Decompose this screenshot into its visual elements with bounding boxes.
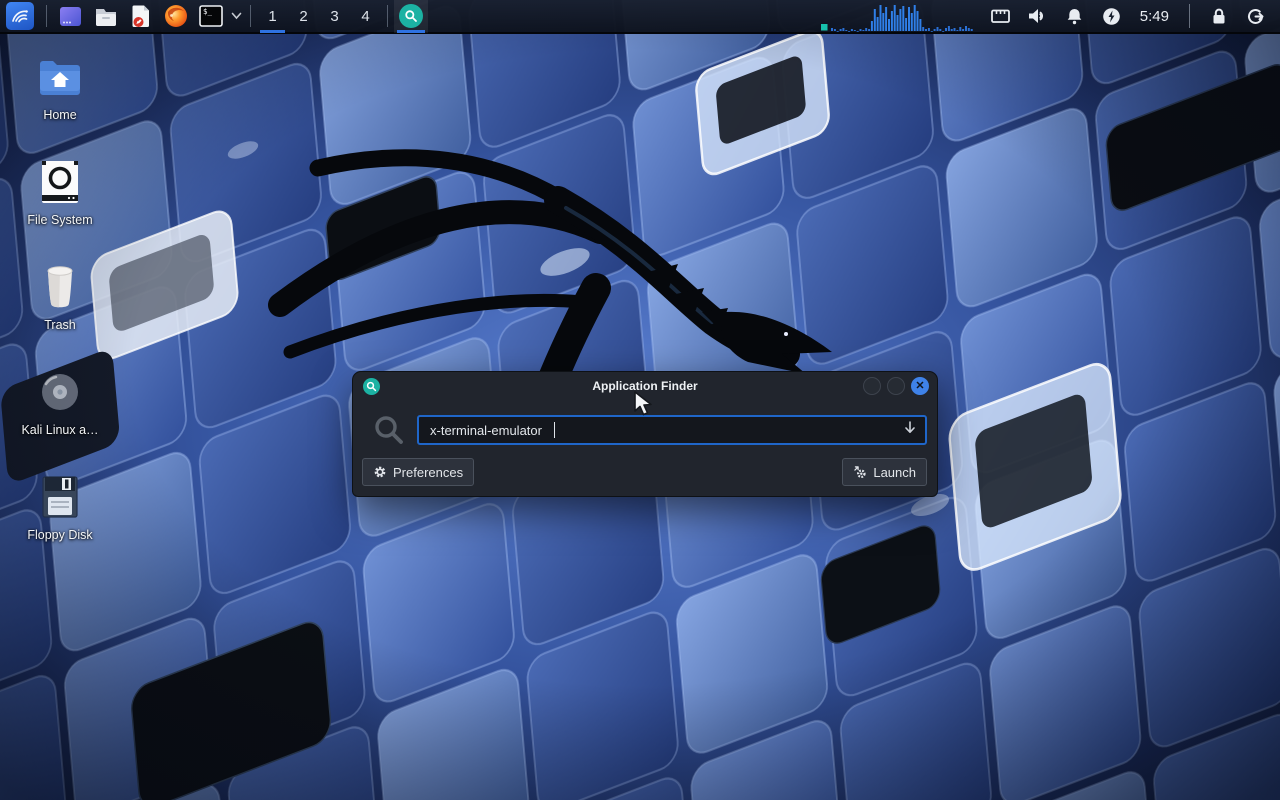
trash-icon	[34, 261, 86, 313]
desktop-icon-label: Home	[43, 108, 76, 122]
terminal-prompt-glyph: $_	[203, 7, 213, 16]
launcher-file-manager[interactable]	[88, 0, 123, 33]
launch-button-label: Launch	[873, 465, 916, 480]
desktop-icon-trash[interactable]: Trash	[4, 261, 116, 332]
search-icon-large	[369, 414, 409, 446]
workspace-label: 3	[330, 8, 338, 25]
dropdown-arrow-icon[interactable]	[903, 420, 917, 440]
launch-button[interactable]: Launch	[842, 458, 927, 486]
workspace-label: 4	[361, 8, 369, 25]
lock-screen-button[interactable]	[1200, 0, 1237, 33]
taskbar-application-finder-button[interactable]	[394, 0, 428, 33]
maximize-button[interactable]	[887, 377, 905, 395]
power-manager-icon	[1102, 7, 1121, 26]
cpu-history-graph[interactable]	[821, 0, 976, 33]
top-panel: $_ 1 2 3 4	[0, 0, 1280, 34]
kali-menu-icon	[9, 5, 31, 27]
volume-tray-button[interactable]	[1019, 0, 1056, 33]
lock-icon	[1210, 7, 1228, 26]
minimize-button[interactable]	[863, 377, 881, 395]
workspace-label: 2	[299, 8, 307, 25]
search-input-value: x-terminal-emulator	[430, 423, 542, 438]
desktop-icon-label: Floppy Disk	[27, 528, 92, 542]
launcher-firefox[interactable]	[158, 0, 193, 33]
logout-icon	[1246, 7, 1265, 26]
search-input[interactable]: x-terminal-emulator	[417, 415, 927, 445]
launcher-terminal[interactable]: $_	[193, 0, 228, 33]
text-editor-document-icon	[128, 3, 154, 29]
text-caret	[554, 422, 555, 438]
mouse-cursor	[633, 391, 655, 422]
chevron-down-icon	[231, 12, 242, 20]
desktop-icon-label: Trash	[44, 318, 76, 332]
network-tray-button[interactable]	[982, 0, 1019, 33]
home-folder-icon	[34, 51, 86, 103]
desktop-icon-label: Kali Linux a…	[21, 423, 98, 437]
floppy-disk-icon	[34, 471, 86, 523]
ethernet-icon	[990, 7, 1011, 25]
desktop-icon-kali-cd[interactable]: Kali Linux a…	[4, 366, 116, 437]
firefox-icon	[163, 3, 189, 29]
desktop-icon-label: File System	[27, 213, 92, 227]
panel-separator	[1189, 4, 1190, 28]
application-finder-window: Application Finder ✕ x-terminal-emulator	[352, 371, 938, 497]
desktop-icon-home[interactable]: Home	[4, 51, 116, 122]
terminal-icon: $_	[198, 3, 224, 29]
power-manager-tray-button[interactable]	[1093, 0, 1130, 33]
panel-separator	[46, 5, 47, 27]
clock[interactable]: 5:49	[1130, 0, 1179, 33]
workspace-button-1[interactable]: 1	[257, 0, 288, 33]
launcher-show-desktop[interactable]	[53, 0, 88, 33]
desktop-window-icon	[58, 4, 83, 29]
close-button[interactable]: ✕	[911, 377, 929, 395]
desktop-screen: $_ 1 2 3 4	[0, 0, 1280, 800]
bell-icon	[1065, 7, 1084, 26]
search-icon	[399, 4, 423, 28]
gear-icon	[373, 465, 387, 479]
launcher-text-editor[interactable]	[123, 0, 158, 33]
workspace-button-3[interactable]: 3	[319, 0, 350, 33]
logout-button[interactable]	[1237, 0, 1274, 33]
notifications-tray-button[interactable]	[1056, 0, 1093, 33]
preferences-button-label: Preferences	[393, 465, 463, 480]
cd-disc-icon	[34, 366, 86, 418]
panel-separator	[387, 5, 388, 27]
panel-separator	[250, 5, 251, 27]
preferences-button[interactable]: Preferences	[362, 458, 474, 486]
search-icon	[363, 378, 380, 395]
workspace-button-4[interactable]: 4	[350, 0, 381, 33]
launch-icon	[853, 465, 867, 479]
desktop-icon-floppy-disk[interactable]: Floppy Disk	[4, 471, 116, 542]
terminal-dropdown-chevron[interactable]	[228, 0, 244, 33]
cpu-graph-bars	[821, 3, 976, 33]
desktop-icon-column: Home File System	[4, 51, 116, 576]
filesystem-drive-icon	[34, 156, 86, 208]
clock-time: 5:49	[1140, 8, 1169, 25]
file-manager-folder-icon	[93, 3, 119, 29]
workspace-button-2[interactable]: 2	[288, 0, 319, 33]
kali-applications-menu-button[interactable]	[6, 2, 34, 30]
desktop-icon-file-system[interactable]: File System	[4, 156, 116, 227]
workspace-label: 1	[268, 8, 276, 25]
speaker-icon	[1027, 7, 1047, 25]
